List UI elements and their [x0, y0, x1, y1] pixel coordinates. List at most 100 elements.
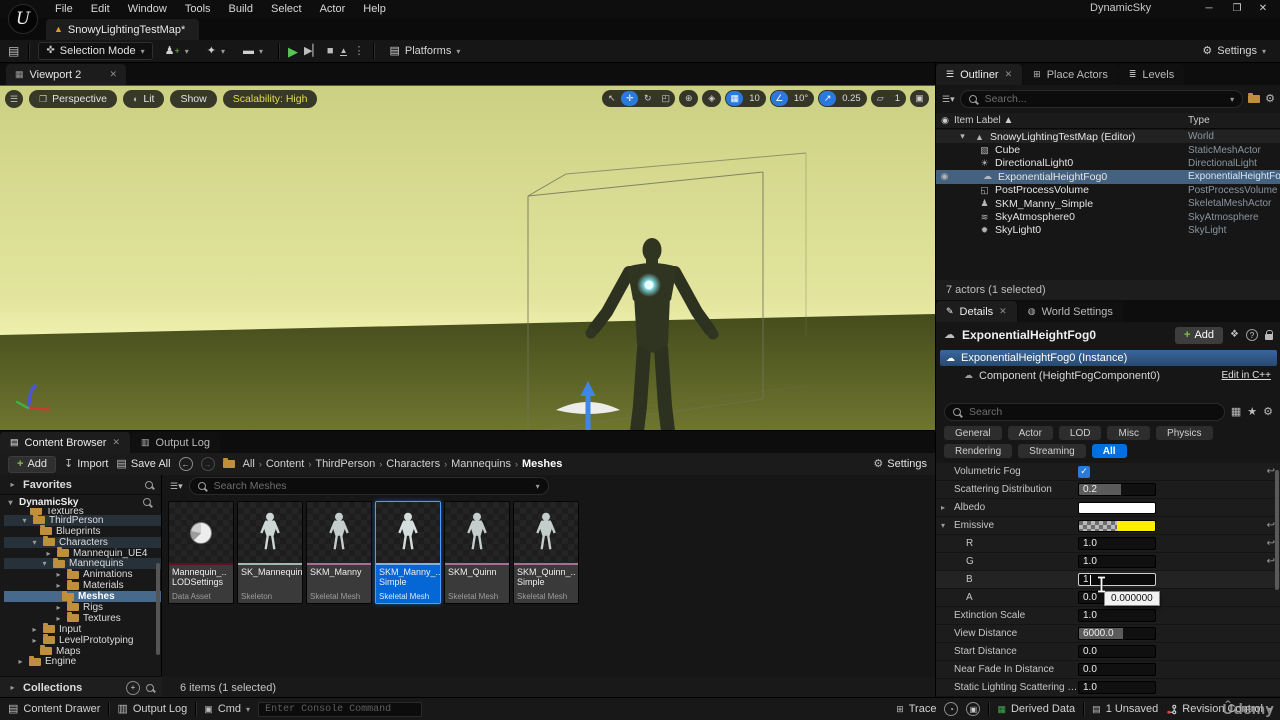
- expand-arrow-icon[interactable]: ▸: [941, 503, 945, 512]
- breadcrumb-all[interactable]: All: [243, 458, 255, 470]
- scalability-button[interactable]: Scalability: High: [223, 90, 318, 108]
- scattering-distribution-input[interactable]: 0.2: [1078, 483, 1156, 496]
- asset-search-input[interactable]: [212, 479, 530, 493]
- tree-item-meshes-selected[interactable]: Meshes: [4, 591, 161, 602]
- view-distance-input[interactable]: 6000.0: [1078, 627, 1156, 640]
- tab-levels[interactable]: ≣ Levels: [1119, 64, 1184, 85]
- reset-icon[interactable]: ↩: [1267, 520, 1275, 531]
- add-component-button[interactable]: + Add: [1175, 327, 1223, 344]
- asset-tile-skm-quinn[interactable]: SKM_Quinn Skeletal Mesh: [444, 501, 510, 604]
- tree-item-dynamicsky[interactable]: ▾ DynamicSky: [4, 497, 161, 508]
- selection-mode-dropdown[interactable]: ✜ Selection Mode ▾: [38, 42, 152, 60]
- tab-outliner[interactable]: ☰ Outliner ✕: [936, 64, 1022, 85]
- outliner-row-selected[interactable]: ◉ ☁ ExponentialHeightFog0 ExponentialHei…: [936, 170, 1280, 183]
- collections-section[interactable]: ▸ Collections +: [0, 676, 162, 698]
- asset-tile-lodsettings[interactable]: Mannequin_..LODSettings Data Asset: [168, 501, 234, 604]
- output-log-button[interactable]: ▥ Output Log: [117, 703, 187, 715]
- outliner-row[interactable]: ◱ PostProcessVolume PostProcessVolume: [936, 184, 1280, 197]
- filter-streaming[interactable]: Streaming: [1018, 444, 1086, 458]
- asset-search-box[interactable]: ▾: [189, 477, 549, 495]
- outliner-row[interactable]: ✹ SkyLight0 SkyLight: [936, 224, 1280, 237]
- minimize-button[interactable]: ─: [1200, 1, 1218, 16]
- volumetric-fog-checkbox[interactable]: ✓: [1078, 466, 1090, 478]
- outliner-row[interactable]: ≋ SkyAtmosphere0 SkyAtmosphere: [936, 210, 1280, 223]
- blueprints-dropdown[interactable]: ✦ ▾: [201, 42, 231, 60]
- tree-item-animations[interactable]: ▸ Animations: [4, 569, 161, 580]
- outliner-row[interactable]: ▾ ▲ SnowyLightingTestMap (Editor) World: [936, 130, 1280, 143]
- expand-arrow-icon[interactable]: ▾: [956, 131, 969, 142]
- trace-button[interactable]: ⊞ Trace: [896, 703, 936, 715]
- restore-button[interactable]: ❐: [1228, 1, 1246, 16]
- close-button[interactable]: ✕: [1254, 1, 1272, 16]
- tree-item-thirdperson[interactable]: ▾ ThirdPerson: [4, 515, 161, 526]
- breadcrumb-content[interactable]: Content: [266, 458, 305, 470]
- tree-item-characters[interactable]: ▾ Characters: [4, 537, 161, 548]
- show-dropdown[interactable]: Show: [170, 90, 216, 108]
- blueprint-convert-icon[interactable]: ❖: [1230, 330, 1239, 340]
- help-icon[interactable]: ?: [1246, 329, 1258, 341]
- outliner-search-box[interactable]: ▾: [960, 90, 1244, 108]
- add-asset-button[interactable]: + Add: [8, 456, 56, 473]
- settings-dropdown[interactable]: ⚙ Settings ▾: [1196, 42, 1272, 60]
- reset-icon[interactable]: ↩: [1267, 466, 1275, 477]
- menu-actor[interactable]: Actor: [311, 3, 355, 15]
- outliner-search-input[interactable]: [983, 92, 1225, 106]
- add-collection-icon[interactable]: +: [126, 681, 140, 695]
- filter-general[interactable]: General: [944, 426, 1002, 440]
- menu-edit[interactable]: Edit: [82, 3, 119, 15]
- visibility-column-icon[interactable]: ◉: [936, 115, 954, 126]
- filter-actor[interactable]: Actor: [1008, 426, 1053, 440]
- filter-lod[interactable]: LOD: [1059, 426, 1102, 440]
- tree-item-textures-clipped[interactable]: Textures: [4, 508, 161, 515]
- back-icon[interactable]: ←: [179, 457, 193, 471]
- extinction-scale-input[interactable]: 1.0: [1078, 609, 1156, 622]
- details-scrollbar[interactable]: [1275, 470, 1279, 590]
- kebab-menu-icon[interactable]: ⋮: [353, 46, 364, 57]
- menu-select[interactable]: Select: [262, 3, 311, 15]
- outliner-row[interactable]: ♟ SKM_Manny_Simple SkeletalMeshActor: [936, 197, 1280, 210]
- close-icon[interactable]: ✕: [1005, 69, 1013, 80]
- tree-scrollbar[interactable]: [156, 563, 160, 655]
- snapshot-icon[interactable]: ▣: [966, 702, 980, 716]
- start-distance-input[interactable]: 0.0: [1078, 645, 1156, 658]
- content-browser-settings[interactable]: ⚙ Settings: [873, 458, 927, 470]
- reset-icon[interactable]: ↩: [1267, 538, 1275, 549]
- breadcrumb-thirdperson[interactable]: ThirdPerson: [315, 458, 375, 470]
- lock-icon[interactable]: [1265, 334, 1273, 340]
- camera-speed-group[interactable]: ▱ 1: [871, 90, 906, 107]
- reset-icon[interactable]: ↩: [1267, 556, 1275, 567]
- save-all-button[interactable]: ▤ Save All: [116, 458, 170, 470]
- save-icon[interactable]: ▤: [8, 45, 19, 57]
- instance-row[interactable]: ☁ ExponentialHeightFog0 (Instance): [940, 350, 1277, 366]
- skip-button[interactable]: ▶▏: [304, 46, 321, 57]
- g-value-input[interactable]: 1.0: [1078, 555, 1156, 568]
- gear-icon[interactable]: ⚙: [1263, 407, 1273, 418]
- world-space-toggle[interactable]: ⊕: [679, 90, 698, 107]
- tree-item-input[interactable]: ▸ Input: [4, 624, 161, 635]
- search-icon[interactable]: [145, 481, 153, 489]
- close-icon[interactable]: ✕: [109, 69, 117, 80]
- tree-item-levelprototyping[interactable]: ▸ LevelPrototyping: [4, 635, 161, 646]
- static-lighting-scattering-input[interactable]: 1.0: [1078, 681, 1156, 694]
- menu-help[interactable]: Help: [354, 3, 395, 15]
- breadcrumb-meshes[interactable]: Meshes: [522, 458, 562, 470]
- expand-arrow-icon[interactable]: ▸: [8, 480, 17, 489]
- cinematics-dropdown[interactable]: ▬ ▾: [237, 42, 269, 60]
- filter-all[interactable]: All: [1092, 444, 1127, 458]
- unsaved-button[interactable]: ▤ 1 Unsaved: [1092, 703, 1158, 715]
- console-command-input[interactable]: [258, 702, 422, 717]
- tree-item-textures[interactable]: ▸ Textures: [4, 613, 161, 624]
- component-row[interactable]: ☁ Component (HeightFogComponent0) Edit i…: [940, 368, 1277, 383]
- new-folder-icon[interactable]: [1248, 95, 1260, 103]
- breadcrumb-characters[interactable]: Characters: [386, 458, 440, 470]
- forward-icon[interactable]: →: [201, 457, 215, 471]
- filter-rendering[interactable]: Rendering: [944, 444, 1012, 458]
- scale-tool-icon[interactable]: ◰: [657, 91, 674, 106]
- type-column[interactable]: Type: [1188, 115, 1210, 126]
- menu-window[interactable]: Window: [119, 3, 176, 15]
- edit-in-cpp-link[interactable]: Edit in C++: [1222, 370, 1271, 381]
- close-icon[interactable]: ✕: [999, 306, 1007, 317]
- level-tab[interactable]: ▲ SnowyLightingTestMap*: [46, 19, 199, 40]
- tab-output-log[interactable]: ▥ Output Log: [131, 432, 220, 453]
- outliner-row[interactable]: ▧ Cube StaticMeshActor: [936, 143, 1280, 156]
